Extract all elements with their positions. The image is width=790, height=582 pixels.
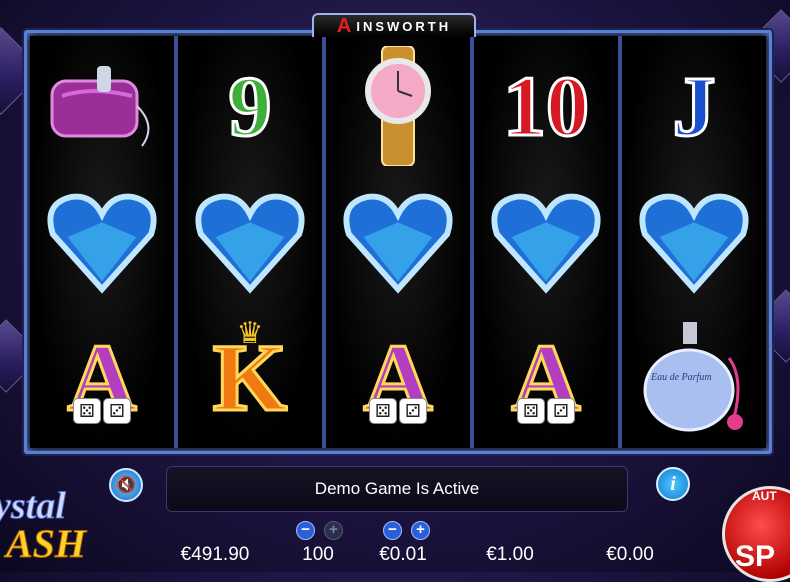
message-box: Demo Game Is Active (166, 466, 628, 512)
bet-value: €0.01 (379, 544, 427, 565)
lines-decrease-button[interactable]: − (296, 521, 315, 540)
bet-increase-button[interactable]: + (411, 521, 430, 540)
dice-icon: ⚄ ⚂ (517, 397, 575, 424)
cash-value: €491.90 (180, 544, 250, 565)
crown-icon: ♛ (236, 316, 264, 350)
reels-frame: A ⚄ ⚂ 9 ♛ K A ⚄ ⚂ 10 A ⚄ ⚂ J Eau de Parf… (24, 30, 772, 454)
reels: A ⚄ ⚂ 9 ♛ K A ⚄ ⚂ 10 A ⚄ ⚂ J Eau de Parf… (30, 36, 766, 448)
perfume-symbol: Eau de Parfum (629, 314, 759, 442)
brand-tab: A INSWORTH (312, 13, 476, 37)
lines-value: 100 (302, 544, 334, 565)
reel-3: A ⚄ ⚂ (326, 36, 470, 448)
brand-name: INSWORTH (356, 18, 452, 34)
speaker-muted-icon: 🔇 (116, 477, 136, 494)
game-logo-line2: ASH (5, 521, 87, 567)
autoplay-label[interactable]: AUT (752, 489, 777, 503)
number-10-symbol: 10 (502, 58, 591, 155)
letter-a-symbol: A ⚄ ⚂ (66, 323, 138, 431)
dice-icon: ⚄ ⚂ (73, 397, 131, 424)
game-logo: ystal ASH (0, 484, 87, 567)
reel-5: J Eau de Parfum (622, 36, 766, 448)
info-button[interactable]: i (656, 467, 690, 501)
reel-1: A ⚄ ⚂ (30, 36, 174, 448)
heart-diamond-symbol (43, 183, 161, 301)
perfume-label: Eau de Parfum (651, 371, 712, 383)
win-value: €0.00 (606, 544, 654, 565)
total-bet-value: €1.00 (486, 544, 534, 565)
reel-2: 9 ♛ K (178, 36, 322, 448)
watch-symbol (333, 42, 463, 170)
spin-label: SP (735, 540, 776, 573)
info-icon: i (670, 472, 676, 495)
mute-button[interactable]: 🔇 (109, 468, 143, 502)
lines-increase-button[interactable]: + (324, 521, 343, 540)
heart-diamond-symbol (191, 183, 309, 301)
letter-j-symbol: J (671, 58, 717, 155)
letter-k-symbol: ♛ K (211, 316, 289, 431)
letter-a-symbol: A ⚄ ⚂ (362, 323, 434, 431)
brand-logo-mark: A (336, 14, 355, 37)
reel-4: 10 A ⚄ ⚂ (474, 36, 618, 448)
heart-diamond-symbol (635, 183, 753, 301)
heart-diamond-symbol (487, 183, 605, 301)
heart-diamond-symbol (339, 183, 457, 301)
message-text: Demo Game Is Active (314, 479, 480, 498)
bet-decrease-button[interactable]: − (383, 521, 402, 540)
dice-icon: ⚄ ⚂ (369, 397, 427, 424)
number-9-symbol: 9 (227, 58, 273, 155)
letter-a-symbol: A ⚄ ⚂ (510, 323, 582, 431)
purse-symbol (37, 42, 167, 170)
